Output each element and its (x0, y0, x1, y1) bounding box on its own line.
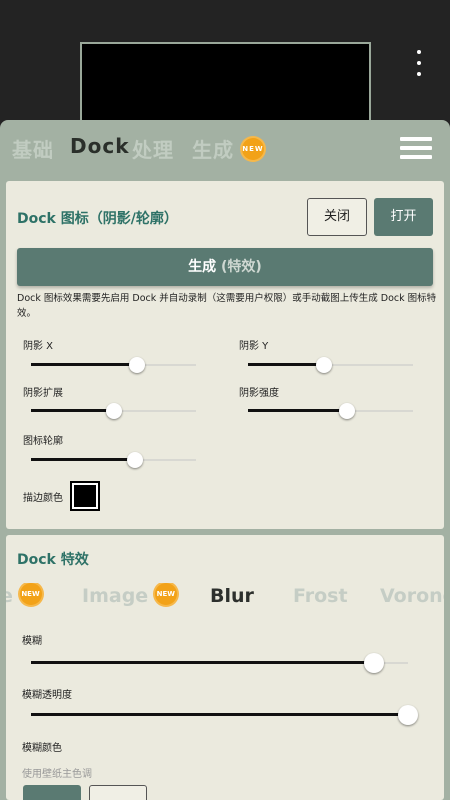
hamburger-menu-icon[interactable] (400, 137, 432, 159)
effect-option-voronoi[interactable]: Voronoi (380, 585, 444, 607)
shadow-y-slider[interactable] (248, 357, 413, 373)
tab-generate-label: 生成 (192, 138, 234, 162)
blur-slider[interactable] (31, 653, 408, 673)
dock-icon-card: Dock 图标（阴影/轮廓） 关闭 打开 生成 (特效) Dock 图标效果需要… (6, 181, 444, 529)
icon-outline-label: 图标轮廓 (23, 436, 63, 447)
shadow-strength-label: 阴影强度 (239, 388, 279, 399)
slider-thumb[interactable] (364, 653, 385, 673)
more-options-icon[interactable] (410, 50, 428, 76)
stroke-color-swatch[interactable] (70, 481, 100, 511)
effect-option-image[interactable]: Image NEW (82, 583, 177, 608)
effect-option[interactable]: e NEW (6, 583, 42, 608)
effect-option-blur[interactable]: Blur (210, 585, 254, 607)
blur-opacity-slider[interactable] (31, 705, 418, 725)
new-badge-icon: NEW (154, 583, 177, 605)
shadow-spread-label: 阴影扩展 (23, 388, 63, 399)
wallpaper-color-hint: 使用壁纸主色调 (22, 769, 92, 780)
generate-suffix: (特效) (221, 259, 262, 275)
tab-basic[interactable]: 基础 (12, 134, 54, 163)
blur-color-label: 模糊颜色 (22, 743, 62, 754)
primary-action-button[interactable] (23, 785, 81, 800)
slider-thumb[interactable] (315, 357, 332, 373)
close-button[interactable]: 关闭 (307, 198, 367, 236)
shadow-spread-slider[interactable] (31, 403, 196, 419)
new-badge-icon: NEW (241, 137, 264, 160)
color-fill (74, 485, 96, 507)
slider-thumb[interactable] (339, 403, 355, 419)
tab-dock[interactable]: Dock (70, 134, 130, 158)
blur-opacity-label: 模糊透明度 (22, 690, 72, 701)
card-title: Dock 特效 (17, 552, 89, 568)
icon-outline-slider[interactable] (31, 452, 196, 468)
shadow-strength-slider[interactable] (248, 403, 413, 419)
effect-option-frost[interactable]: Frost (293, 585, 348, 607)
description-text: Dock 图标效果需要先启用 Dock 并自动录制（这需要用户权限）或手动截图上… (17, 293, 437, 319)
new-badge-icon: NEW (19, 583, 42, 605)
effect-label: e (6, 585, 13, 607)
screen-preview (80, 42, 371, 124)
effect-label: Image (82, 585, 149, 607)
generate-label: 生成 (188, 259, 217, 275)
dock-effects-card: Dock 特效 e NEW Image NEW Blur Frost Voron… (6, 535, 444, 800)
stroke-color-label: 描边颜色 (23, 493, 63, 504)
slider-thumb[interactable] (398, 705, 418, 725)
shadow-y-label: 阴影 Y (239, 341, 269, 352)
blur-label: 模糊 (22, 636, 42, 647)
slider-thumb[interactable] (126, 452, 143, 468)
effect-selector[interactable]: e NEW Image NEW Blur Frost Voronoi (6, 583, 444, 613)
tab-process[interactable]: 处理 (132, 134, 174, 163)
secondary-action-button[interactable] (89, 785, 147, 800)
shadow-x-slider[interactable] (31, 357, 196, 373)
generate-effect-button[interactable]: 生成 (特效) (17, 248, 433, 286)
tab-generate[interactable]: 生成 NEW (192, 134, 264, 163)
slider-thumb[interactable] (105, 403, 122, 419)
slider-thumb[interactable] (128, 357, 145, 373)
card-title: Dock 图标（阴影/轮廓） (17, 211, 178, 227)
open-button[interactable]: 打开 (374, 198, 433, 236)
shadow-x-label: 阴影 X (23, 341, 54, 352)
